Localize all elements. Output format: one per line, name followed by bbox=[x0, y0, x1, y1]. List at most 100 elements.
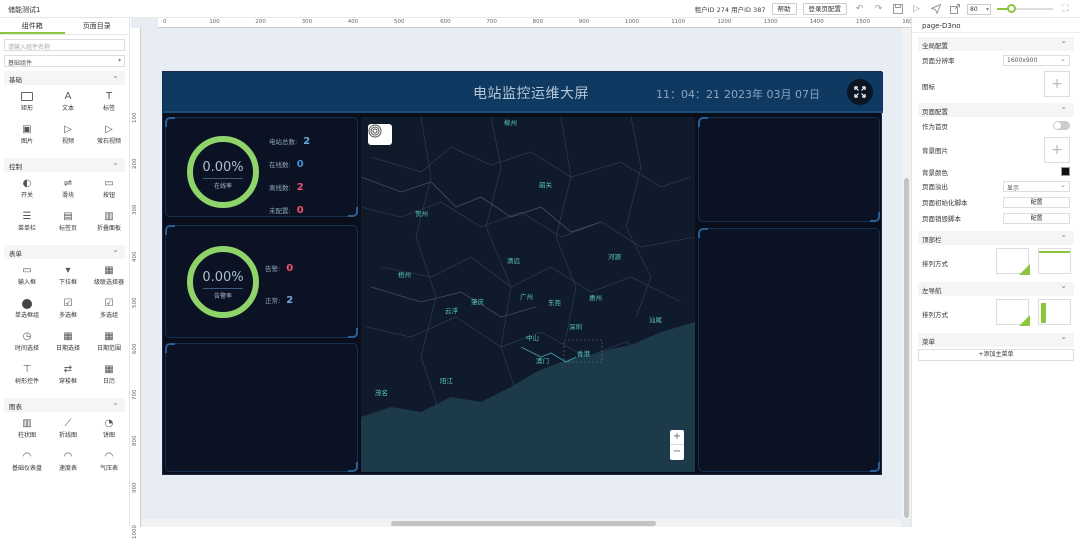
online-rate-caption: 在线率 bbox=[213, 183, 232, 190]
component-item[interactable]: ⊤ 树形控件 bbox=[8, 361, 46, 394]
zoom-select[interactable]: 80 bbox=[967, 3, 991, 15]
component-item[interactable]: ▭ 按钮 bbox=[90, 175, 128, 208]
overflow-select[interactable]: 显示 bbox=[1003, 181, 1070, 192]
component-item[interactable]: ◠ 基础仪表盘 bbox=[8, 448, 46, 481]
topbar-section[interactable]: 顶部栏 bbox=[918, 230, 1074, 245]
ruler-tick-label: 500 bbox=[394, 19, 405, 25]
dashboard-screen[interactable]: 电站监控运维大屏 11：04：21 2023年 03月 07日 0.00% 在线… bbox=[162, 71, 883, 475]
component-section-header[interactable]: 基础 bbox=[4, 71, 125, 85]
component-item[interactable]: ▷ 视频 bbox=[49, 121, 87, 154]
ruler-tick-label: 900 bbox=[132, 482, 138, 493]
bg-image-upload-button[interactable]: + bbox=[1044, 137, 1070, 163]
component-section-header[interactable]: 控制 bbox=[4, 158, 125, 172]
zoom-slider[interactable] bbox=[997, 3, 1053, 15]
component-item[interactable]: ◷ 时间选择 bbox=[8, 328, 46, 361]
component-category-select[interactable]: 基础组件 bbox=[4, 55, 125, 67]
component-item[interactable]: ◔ 饼图 bbox=[90, 415, 128, 448]
component-section-header[interactable]: 表单 bbox=[4, 245, 125, 259]
online-rate-card[interactable]: 0.00% 在线率 电站总数: 2 在线数: 0 离线数: 2 未配置: 0 bbox=[165, 117, 358, 217]
homepage-toggle[interactable] bbox=[1053, 121, 1070, 130]
component-item[interactable]: ▥ 折叠面板 bbox=[90, 208, 128, 241]
component-item[interactable]: ◠ 气压表 bbox=[90, 448, 128, 481]
calendar-icon: ▦ bbox=[104, 364, 114, 375]
destroy-script-config-button[interactable]: 配置 bbox=[1003, 213, 1070, 224]
component-item-label: 时间选择 bbox=[14, 345, 39, 352]
fingerprint-icon[interactable] bbox=[368, 124, 392, 145]
component-item[interactable]: ▤ 标签页 bbox=[49, 208, 87, 241]
component-item-label: 文本 bbox=[61, 105, 74, 112]
component-item[interactable]: ▭ 输入框 bbox=[8, 262, 46, 295]
left-tabs: 组件箱 页面目录 bbox=[0, 18, 129, 35]
top-toolbar-right: 租户ID 274 用户ID 387 帮助 登录页配置 ↶ ↷ ▷ 80 ⛶ bbox=[695, 0, 1080, 18]
component-item[interactable]: ▦ 级联选择器 bbox=[90, 262, 128, 295]
resolution-select[interactable]: 1600x900 bbox=[1003, 55, 1070, 66]
component-item[interactable]: 矩形 bbox=[8, 88, 46, 121]
component-item[interactable]: A 文本 bbox=[49, 88, 87, 121]
component-item[interactable]: ▦ 日历 bbox=[90, 361, 128, 394]
right-bottom-panel[interactable] bbox=[698, 228, 880, 472]
component-item[interactable]: T 标签 bbox=[90, 88, 128, 121]
save-icon[interactable] bbox=[891, 3, 904, 16]
page-config-section[interactable]: 页面配置 bbox=[918, 102, 1074, 117]
canvas-area[interactable]: 0 100 200 300 400 500 600 700 800 900 1000 1100 1200… bbox=[131, 18, 916, 539]
preview-icon[interactable]: ▷ bbox=[910, 3, 923, 16]
component-section-header[interactable]: 图表 bbox=[4, 398, 125, 412]
login-config-button[interactable]: 登录页配置 bbox=[802, 3, 847, 15]
right-top-panel[interactable] bbox=[698, 117, 880, 222]
component-item[interactable]: ◠ 速度表 bbox=[49, 448, 87, 481]
map-zoom-out-button[interactable]: − bbox=[670, 445, 684, 460]
topbar-layout-option-2[interactable] bbox=[1038, 248, 1071, 274]
menu-section[interactable]: 菜单 bbox=[918, 332, 1074, 347]
global-config-section[interactable]: 全局配置 bbox=[918, 36, 1074, 51]
component-item[interactable]: ⇌ 滑块 bbox=[49, 175, 87, 208]
undo-icon[interactable]: ↶ bbox=[853, 3, 866, 16]
init-script-config-button[interactable]: 配置 bbox=[1003, 197, 1070, 208]
component-item[interactable]: ▥ 柱状图 bbox=[8, 415, 46, 448]
map-panel[interactable]: 柳州 韶关 贺州 清远 河源 梧州 广州 肇庆 惠州 云浮 东莞 汕尾 深圳 中山 澳门 香港 阳江 茂名 + − bbox=[361, 117, 695, 472]
component-search-input[interactable]: 请输入组件名称 bbox=[4, 39, 125, 51]
leftnav-layout-option-2[interactable] bbox=[1038, 299, 1071, 325]
fullscreen-icon[interactable]: ⛶ bbox=[1059, 3, 1072, 16]
map-city-label: 云浮 bbox=[445, 307, 458, 315]
dashboard-date: 2023年 03月 07日 bbox=[724, 88, 820, 101]
publish-icon[interactable] bbox=[929, 3, 942, 16]
input-icon: ▭ bbox=[22, 265, 32, 276]
map-city-label: 茂名 bbox=[375, 389, 388, 397]
component-item[interactable]: ▦ 日期范围 bbox=[90, 328, 128, 361]
component-item[interactable]: ☰ 菜单栏 bbox=[8, 208, 46, 241]
vertical-scrollbar[interactable] bbox=[902, 28, 911, 519]
component-item-label: 图片 bbox=[20, 138, 33, 145]
add-main-menu-button[interactable]: +添加主菜单 bbox=[918, 349, 1074, 361]
icon-upload-button[interactable]: + bbox=[1044, 71, 1070, 97]
component-item[interactable]: ▣ 图片 bbox=[8, 121, 46, 154]
component-item[interactable]: ◐ 开关 bbox=[8, 175, 46, 208]
btn-icon: ▭ bbox=[104, 178, 114, 189]
map-zoom-in-button[interactable]: + bbox=[670, 430, 684, 445]
component-item[interactable]: ▾ 下拉框 bbox=[49, 262, 87, 295]
tab-components[interactable]: 组件箱 bbox=[0, 18, 65, 34]
ruler-tick-label: 1500 bbox=[856, 19, 870, 25]
component-item[interactable]: ☑ 多选组 bbox=[90, 295, 128, 328]
component-item[interactable]: ▷ 萤石视频 bbox=[90, 121, 128, 154]
left-bottom-panel[interactable] bbox=[165, 343, 358, 472]
destroy-script-label: 页面销毁脚本 bbox=[922, 215, 961, 223]
help-button[interactable]: 帮助 bbox=[771, 3, 797, 15]
component-item[interactable]: 单选框组 bbox=[8, 295, 46, 328]
component-item[interactable]: ☑ 多选框 bbox=[49, 295, 87, 328]
tab-page-directory[interactable]: 页面目录 bbox=[65, 18, 130, 34]
bg-color-picker[interactable] bbox=[1061, 167, 1070, 176]
left-nav-section[interactable]: 左导航 bbox=[918, 281, 1074, 296]
fold-icon: ▥ bbox=[104, 211, 114, 222]
component-item[interactable]: ⟋ 折线图 bbox=[49, 415, 87, 448]
leftnav-layout-option-1[interactable] bbox=[996, 299, 1030, 326]
topbar-layout-option-1[interactable] bbox=[996, 248, 1030, 275]
alarm-rate-card[interactable]: 0.00% 告警率 告警: 0 正常: 2 bbox=[165, 225, 358, 338]
redo-icon[interactable]: ↷ bbox=[872, 3, 885, 16]
export-icon[interactable] bbox=[948, 3, 961, 16]
horizontal-scrollbar[interactable] bbox=[141, 519, 901, 527]
check-icon: ☑ bbox=[63, 298, 73, 309]
component-item[interactable]: ▦ 日期选择 bbox=[49, 328, 87, 361]
component-item[interactable]: ⇄ 穿梭框 bbox=[49, 361, 87, 394]
checkgroup-icon: ☑ bbox=[104, 298, 114, 309]
dashboard-fullscreen-icon[interactable] bbox=[847, 79, 873, 105]
